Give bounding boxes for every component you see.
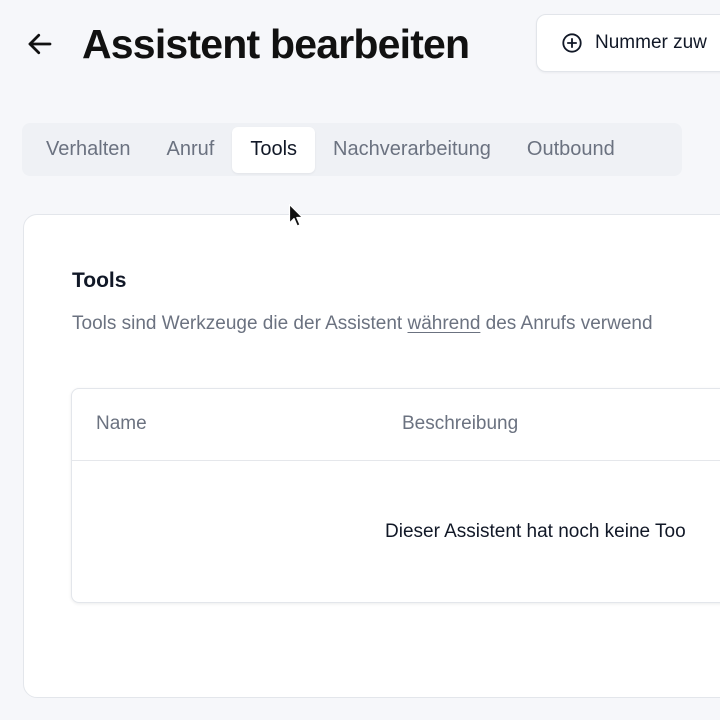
tools-table: Name Beschreibung Dieser Assistent hat n…: [71, 388, 720, 603]
arrow-left-icon: [28, 33, 52, 55]
table-header: Name Beschreibung: [72, 389, 720, 461]
tab-anruf[interactable]: Anruf: [149, 127, 233, 173]
section-description: Tools sind Werkzeuge die der Assistent w…: [72, 313, 653, 335]
empty-state-message: Dieser Assistent hat noch keine Too: [385, 521, 686, 542]
tab-outbound[interactable]: Outbound: [509, 127, 633, 173]
tools-card: Tools Tools sind Werkzeuge die der Assis…: [23, 214, 720, 698]
tab-verhalten[interactable]: Verhalten: [28, 127, 149, 173]
assign-number-button[interactable]: Nummer zuw: [536, 14, 720, 72]
tab-tools[interactable]: Tools: [232, 126, 316, 173]
tab-bar: Verhalten Anruf Tools Nachverarbeitung O…: [22, 123, 682, 176]
back-button[interactable]: [22, 26, 58, 62]
column-header-name: Name: [96, 413, 147, 434]
description-text-end: des Anrufs verwend: [480, 313, 653, 334]
description-underlined-word: während: [407, 313, 481, 334]
section-title: Tools: [72, 269, 127, 292]
page: Assistent bearbeiten Nummer zuw Verhalte…: [0, 0, 720, 720]
assign-number-label: Nummer zuw: [595, 32, 707, 53]
page-title: Assistent bearbeiten: [82, 21, 470, 67]
description-text-start: Tools sind Werkzeuge die der Assistent: [72, 313, 408, 334]
plus-circle-icon: [561, 32, 583, 54]
tab-nachverarbeitung[interactable]: Nachverarbeitung: [315, 127, 509, 173]
column-header-description: Beschreibung: [402, 413, 519, 434]
